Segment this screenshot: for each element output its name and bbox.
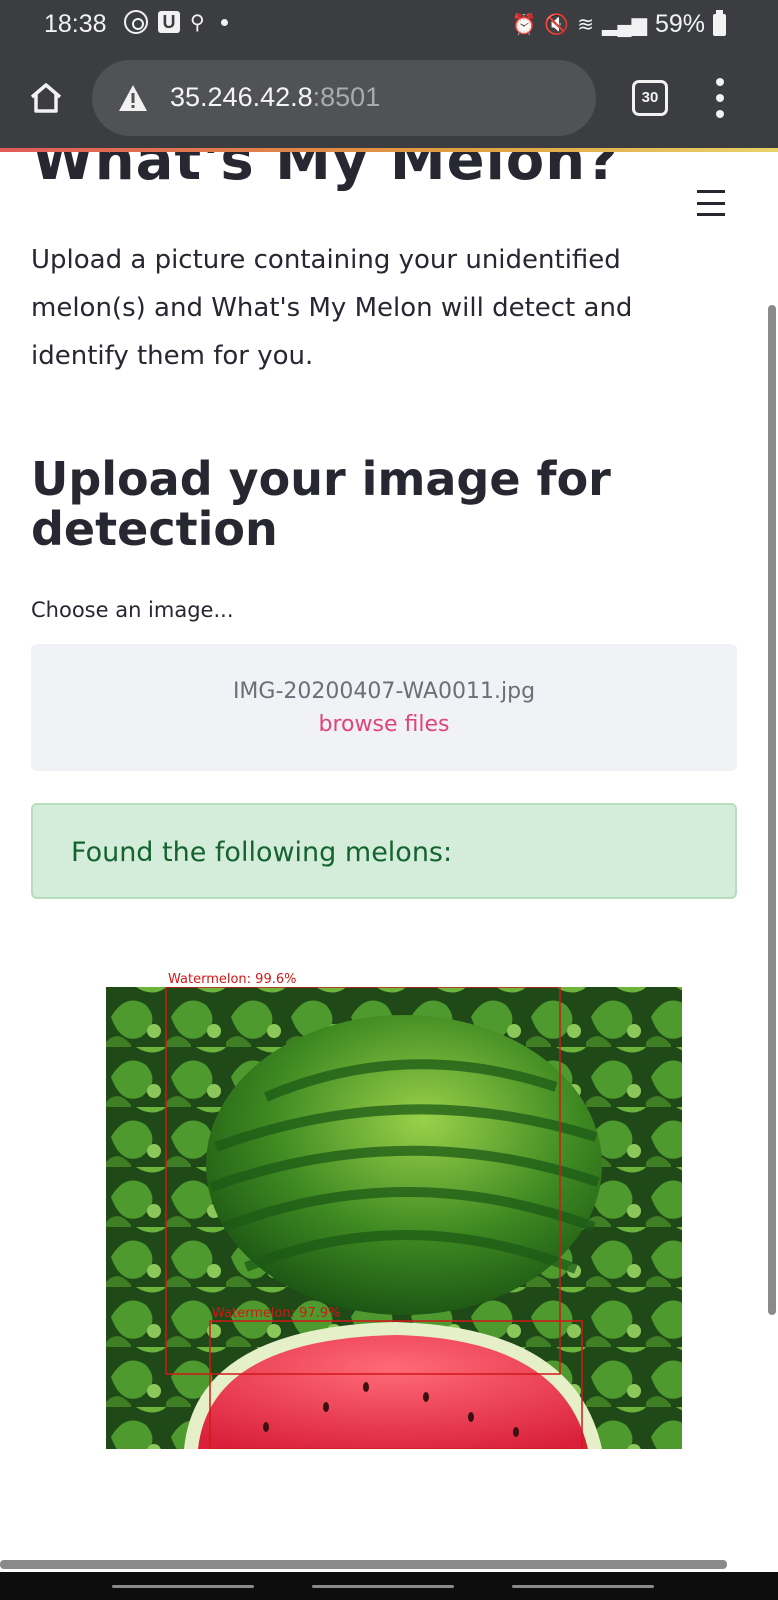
detection-label-top: Watermelon: 99.6% <box>168 972 297 987</box>
system-nav-bar <box>0 1572 778 1600</box>
status-bar: 18:38 U ⚲ ⏰ 🔇 ≋ ▂▄▆ 59% <box>0 0 778 50</box>
nav-recents-pill[interactable] <box>112 1585 254 1588</box>
url-port: :8501 <box>312 82 381 112</box>
detection-label: Watermelon: 99.6% <box>168 987 296 988</box>
url-bar[interactable]: 35.246.42.8:8501 <box>92 60 596 136</box>
url-text[interactable]: 35.246.42.8:8501 <box>170 82 380 113</box>
location-icon: ⚲ <box>190 10 205 34</box>
success-alert: Found the following melons: <box>31 803 737 899</box>
tabs-icon[interactable]: 30 <box>632 80 668 116</box>
selected-file-name: IMG-20200407-WA0011.jpg <box>232 679 536 704</box>
status-time: 18:38 <box>44 10 107 38</box>
alarm-icon: ⏰ <box>511 14 537 36</box>
section-heading: Upload your image for detection <box>31 452 611 556</box>
wifi-icon: ≋ <box>577 14 595 36</box>
battery-icon <box>713 9 726 36</box>
nav-home-pill[interactable] <box>312 1585 454 1588</box>
browse-files-link[interactable]: browse files <box>319 712 450 737</box>
dot-icon <box>220 18 228 26</box>
hamburger-menu-icon[interactable] <box>697 190 725 216</box>
vertical-scrollbar[interactable] <box>768 305 776 1315</box>
page-load-accent-bar <box>0 148 778 152</box>
mute-icon: 🔇 <box>544 14 570 36</box>
file-dropzone[interactable]: IMG-20200407-WA0011.jpg browse files <box>31 644 737 771</box>
warning-icon[interactable] <box>118 84 148 112</box>
horizontal-scrollbar[interactable] <box>0 1560 727 1569</box>
u-app-icon: U <box>158 11 180 33</box>
file-chooser-label: Choose an image... <box>31 598 234 622</box>
whatsapp-icon <box>124 10 148 34</box>
detection-label: Watermelon: 97.9% <box>212 1306 340 1321</box>
nav-back-pill[interactable] <box>512 1585 654 1588</box>
more-vert-icon[interactable] <box>712 78 728 118</box>
home-icon[interactable] <box>28 80 64 116</box>
success-alert-text: Found the following melons: <box>71 837 453 868</box>
signal-icon: ▂▄▆ <box>602 14 647 36</box>
detection-result-image: Watermelon: 99.6% Watermelon: 97.9% <box>106 987 682 1449</box>
intro-text: Upload a picture containing your unident… <box>31 245 633 371</box>
browser-toolbar: 35.246.42.8:8501 30 <box>0 50 778 148</box>
battery-percent: 59% <box>654 10 705 38</box>
url-host: 35.246.42.8 <box>170 82 313 112</box>
